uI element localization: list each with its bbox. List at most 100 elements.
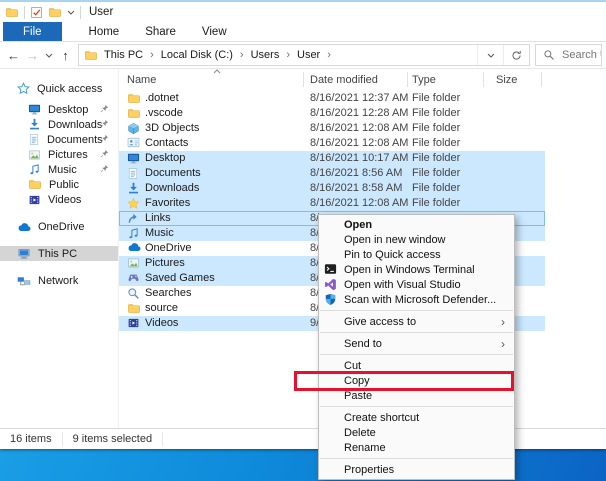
breadcrumb-segment-users[interactable]: Users [251,49,280,61]
menu-item-pin-to-quick-access[interactable]: Pin to Quick access [319,247,514,262]
link-icon [127,212,140,225]
breadcrumb-segment-user[interactable]: User [297,49,320,61]
address-bar: ← → ↑ This PC › Local Disk (C:) › Users › User… [0,42,606,69]
file-name: Downloads [145,182,200,194]
customize-dropdown-icon[interactable] [67,10,75,15]
menu-item-scan-with-microsoft-defender[interactable]: Scan with Microsoft Defender... [319,292,514,307]
menu-item-label: Properties [344,463,395,476]
menu-item-open-in-new-window[interactable]: Open in new window [319,232,514,247]
submenu-chevron-icon: › [501,315,505,329]
file-name: source [145,302,179,314]
breadcrumb-chevron-icon[interactable]: › [240,49,244,61]
breadcrumb-segment-this-pc[interactable]: This PC [104,49,143,61]
file-row-favorites[interactable]: Favorites 8/16/2021 12:08 AM File folder [119,196,545,211]
sidebar-item-this-pc[interactable]: This PC [0,246,118,261]
qat-separator [24,5,25,19]
menu-item-open-with-visual-studio[interactable]: Open with Visual Studio [319,277,514,292]
sidebar-item-onedrive[interactable]: OneDrive [0,219,118,234]
tab-file[interactable]: File [3,22,62,41]
sidebar-item-label: OneDrive [38,220,85,233]
search-input[interactable]: Search Us [535,44,602,66]
file-row-desktop[interactable]: Desktop 8/16/2021 10:17 AM File folder [119,151,545,166]
file-row-vscode[interactable]: .vscode 8/16/2021 12:28 AM File folder [119,106,545,121]
back-button[interactable]: ← [4,48,23,63]
breadcrumb-chevron-icon[interactable]: › [150,49,154,61]
column-header-name[interactable]: Name [127,74,156,86]
sidebar-item-desktop[interactable]: Desktop [0,102,118,117]
file-row-dotnet[interactable]: .dotnet 8/16/2021 12:37 AM File folder [119,91,545,106]
sidebar-item-videos[interactable]: Videos [0,192,118,207]
picture-icon [127,257,140,269]
address-box[interactable]: This PC › Local Disk (C:) › Users › User › [78,44,530,66]
column-separator[interactable] [541,72,542,87]
menu-item-rename[interactable]: Rename [319,440,514,455]
file-explorer-window: User File Home Share View ← → ↑ This PC ›… [0,0,606,449]
pin-icon [100,149,109,158]
menu-item-open-in-windows-terminal[interactable]: Open in Windows Terminal [319,262,514,277]
column-separator[interactable] [483,72,484,87]
menu-item-open[interactable]: Open [319,217,514,232]
column-header-size[interactable]: Size [496,74,517,86]
menu-item-label: Paste [344,389,373,402]
column-separator[interactable] [303,72,304,87]
tab-view[interactable]: View [189,22,240,41]
tab-share[interactable]: Share [132,22,189,41]
sidebar-item-downloads[interactable]: Downloads [0,117,118,132]
pin-icon [100,164,109,173]
onedrive-cloud-icon [17,222,31,232]
column-header-type[interactable]: Type [412,74,436,86]
sidebar-item-pictures[interactable]: Pictures [0,147,118,162]
file-name: Saved Games [145,272,215,284]
breadcrumb-chevron-icon[interactable]: › [286,49,290,61]
menu-item-label: Delete [344,426,376,439]
file-row-contacts[interactable]: Contacts 8/16/2021 12:08 AM File folder [119,136,545,151]
menu-item-label: Pin to Quick access [344,248,441,261]
context-menu: Open Open in new window Pin to Quick acces… [294,214,515,480]
refresh-icon[interactable] [503,45,529,65]
file-row-3d-objects[interactable]: 3D Objects 8/16/2021 12:08 AM File folder [119,121,545,136]
menu-item-properties[interactable]: Properties [319,462,514,477]
sidebar-item-quick-access[interactable]: Quick access [0,81,118,96]
menu-item-paste[interactable]: Paste [319,388,514,403]
menu-item-give-access-to[interactable]: Give access to › [319,314,514,329]
breadcrumb: This PC › Local Disk (C:) › Users › User › [104,49,477,61]
sidebar-item-public[interactable]: Public [0,177,118,192]
sidebar-item-documents[interactable]: Documents [0,132,118,147]
menu-item-label: Open with Visual Studio [344,278,461,291]
new-folder-icon[interactable] [48,6,62,19]
breadcrumb-segment-local-disk-c[interactable]: Local Disk (C:) [161,49,233,61]
address-dropdown-icon[interactable] [477,45,503,65]
defender-icon [324,293,337,306]
music-icon [28,163,41,176]
file-row-documents[interactable]: Documents 8/16/2021 8:56 AM File folder [119,166,545,181]
menu-item-send-to[interactable]: Send to › [319,336,514,351]
forward-button[interactable]: → [23,48,42,63]
column-header-date-modified[interactable]: Date modified [310,74,378,86]
up-button[interactable]: ↑ [56,48,75,63]
sidebar-item-music[interactable]: Music [0,162,118,177]
music-icon [127,227,140,240]
sidebar-item-label: Documents [47,133,103,146]
breadcrumb-chevron-icon[interactable]: › [327,49,331,61]
sidebar-item-label: Quick access [37,82,103,95]
file-row-downloads[interactable]: Downloads 8/16/2021 8:58 AM File folder [119,181,545,196]
column-separator[interactable] [407,72,408,87]
recent-locations-icon[interactable] [42,53,56,58]
menu-item-delete[interactable]: Delete [319,425,514,440]
menu-item-cut[interactable]: Cut [319,358,514,373]
sidebar-item-network[interactable]: Network [0,273,118,288]
cube-3d-icon [127,122,140,135]
navigation-pane: Quick access Desktop Downloads Documents Pic… [0,69,118,428]
pin-icon [100,119,109,128]
menu-item-create-shortcut[interactable]: Create shortcut [319,410,514,425]
file-name: Videos [145,317,179,329]
properties-check-icon[interactable] [30,6,43,19]
file-date-modified: 8/16/2021 8:56 AM [310,167,403,179]
menu-item-label: Create shortcut [344,411,420,424]
tab-home[interactable]: Home [76,22,133,41]
onedrive-cloud-icon [127,242,141,252]
folder-icon [127,302,141,315]
file-type: File folder [412,137,461,149]
menu-item-copy[interactable]: Copy [294,371,514,391]
desktop-icon [28,103,41,116]
